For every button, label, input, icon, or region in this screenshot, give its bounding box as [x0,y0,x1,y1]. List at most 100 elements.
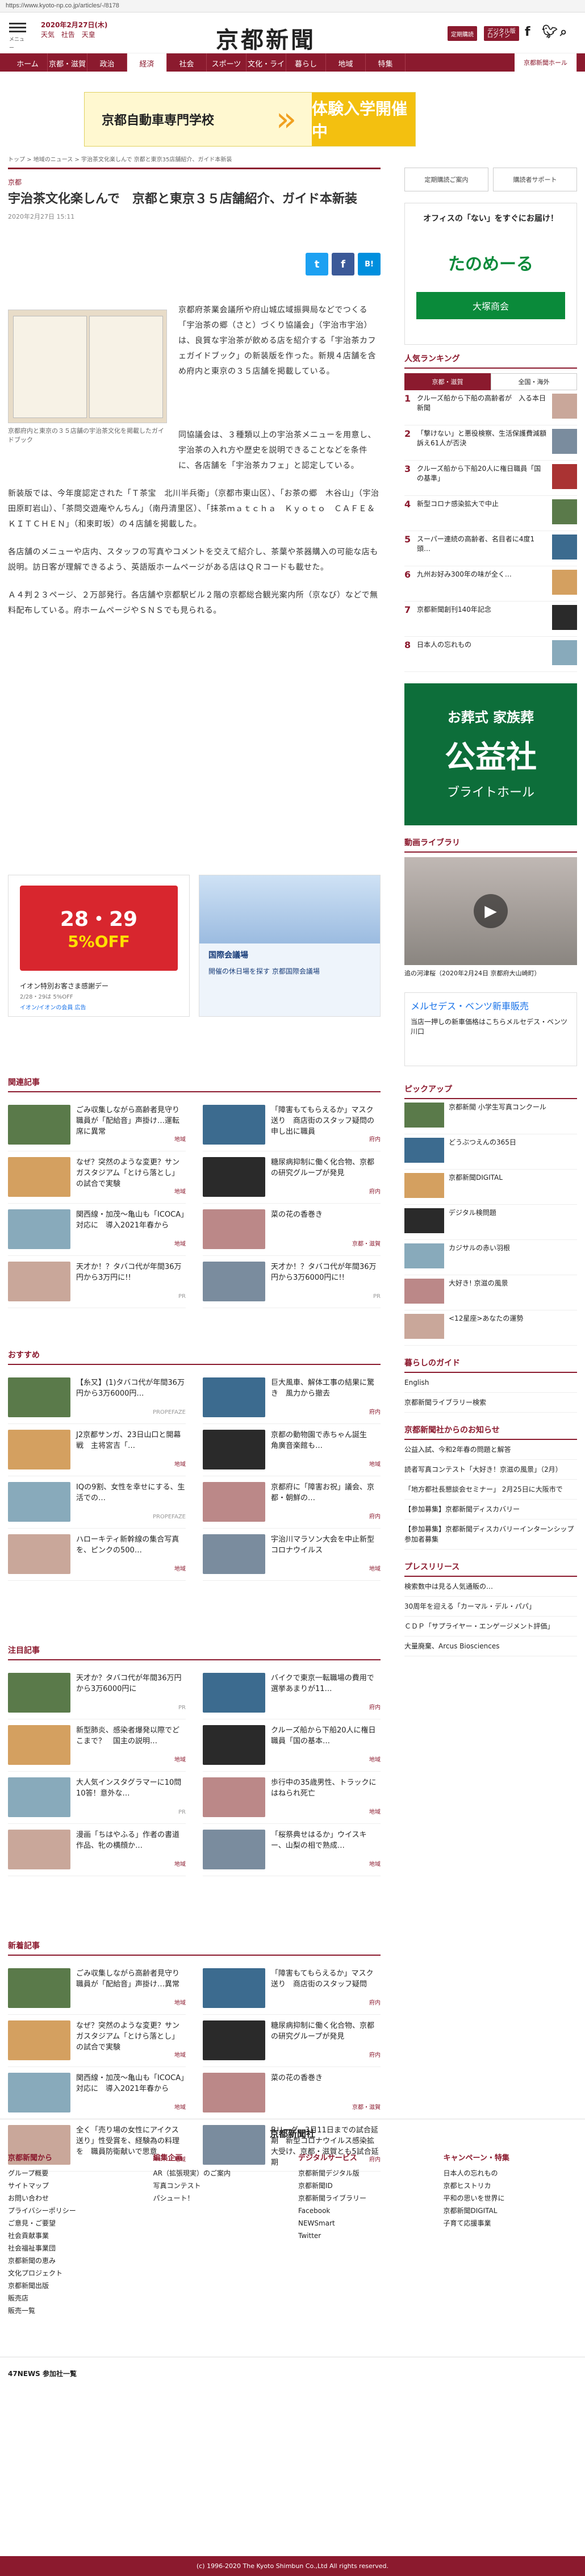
article-card-text[interactable]: J2京都サンガ、23日山口と開幕戦 主将宮吉「… 地域 [76,1430,186,1470]
article-card-text[interactable]: なぜ？突然のような変更？サンガスタジアム「とけら落とし」の試合で実験 地域 [76,1157,186,1197]
rank-thumbnail[interactable] [552,535,577,560]
rank-thumbnail[interactable] [552,499,577,524]
pickup-item[interactable]: デジタル検問題 [404,1205,577,1240]
article-card-text[interactable]: 京都府に「障害お祝」議会、京都・朝鮮の… 府内 [271,1482,381,1522]
article-thumbnail[interactable] [203,1534,265,1574]
article-category[interactable]: 京都 [8,168,381,187]
search-icon[interactable]: ⌕ [560,25,567,39]
article-thumbnail[interactable] [8,2020,70,2060]
nav-item[interactable]: スポーツ [207,53,246,72]
nav-item-active[interactable]: 経済 [127,53,167,72]
article-card-title[interactable]: 天才か！？タバコ代が年間36万円から3万円に!! [76,1263,182,1282]
article-thumbnail[interactable] [203,1430,265,1469]
footer-link[interactable]: 社会貢献事業 [8,2230,142,2242]
notice-item[interactable]: 【参加募集】京都新聞ディスカバリーインターンシップ 参加者募集 [404,1519,577,1550]
ranking-item[interactable]: 3 クルーズ船から下船20人に権日職員「国の基準」 [404,461,577,496]
footer-link[interactable]: サイトマップ [8,2180,142,2192]
rank-title[interactable]: クルーズ船から下船20人に権日職員「国の基準」 [417,464,548,492]
ranking-item[interactable]: 6 九州お好み300年の味が全く… [404,566,577,602]
footer-link[interactable]: 京都ヒストリカ [444,2180,578,2192]
article-thumbnail[interactable] [203,2020,265,2060]
tanomail-ad[interactable]: オフィスの「ない」をすぐにお届け！ たのめーる 大塚商会 [404,203,577,345]
article-thumbnail[interactable] [8,1777,70,1817]
article-thumbnail[interactable] [203,2073,265,2112]
rank-title[interactable]: 九州お好み300年の味が全く… [417,570,548,598]
play-icon[interactable]: ▶ [474,894,508,928]
nav-item[interactable]: ホーム [8,53,48,72]
article-card-title[interactable]: 糖尿病抑制に働く化合物、京都の研究グループが発見 [271,1158,374,1178]
article-card[interactable]: 歩行中の35歳男性、トラックにはねられ死亡 地域 [203,1772,381,1824]
article-card[interactable]: 「桜祭典せはるか」ウイスキー、山梨の相で熟成… 地域 [203,1824,381,1876]
pickup-thumbnail[interactable] [404,1279,444,1304]
article-card-text[interactable]: クルーズ船から下船20人に権日職員「国の基本… 地域 [271,1725,381,1765]
article-card[interactable]: 糖尿病抑制に働く化合物、京都の研究グループが発見 府内 [203,1151,381,1204]
article-card-text[interactable]: IQの9割、女性を幸せにする、生活での… PROPEFAZE [76,1482,186,1522]
article-thumbnail[interactable] [203,1209,265,1249]
rank-thumbnail[interactable] [552,464,577,489]
press-item[interactable]: 検索数中は見る人気通販の… [404,1577,577,1597]
weather-link[interactable]: 天気 [41,31,55,39]
article-card[interactable]: 「障害もてもらえるか」マスク送り 商店街のスタッフ疑問 府内 [203,1963,381,2015]
tab-national[interactable]: 全国・海外 [491,373,577,390]
article-card-text[interactable]: ごみ収集しながら高齢者見守り 職員が「配給音」声掛け…運転席に異常 地域 [76,1105,187,1145]
funeral-ad[interactable]: お葬式 家族葬 公益社 ブライトホール [404,683,577,825]
video-player[interactable]: ▶ [404,857,577,965]
article-thumbnail[interactable] [8,1968,70,2008]
pickup-thumbnail[interactable] [404,1314,444,1339]
ranking-item[interactable]: 2 「撃けない」と悪役検察、生活保護費減額 訴え61人が否決 [404,425,577,461]
article-card-text[interactable]: ごみ収集しながら高齢者見守り 職員が「配給音」声掛け…異常 地域 [76,1968,187,2009]
article-card-text[interactable]: 「障害もてもらえるか」マスク送り 商店街のスタッフ疑問の申し出に職員 府内 [271,1105,381,1145]
pickup-item[interactable]: カジサルの赤い羽根 [404,1240,577,1275]
footer-link[interactable]: 京都新聞出版 [8,2279,142,2292]
pickup-item[interactable]: <12星座>あなたの運勢 [404,1310,577,1346]
article-thumbnail[interactable] [203,1377,265,1417]
tab-kyoto-shiga[interactable]: 京都・滋賀 [404,373,491,390]
article-card-title[interactable]: 【糸又】(1)タバコ代が年間36万円から3万6000円… [76,1379,185,1398]
footer-link[interactable]: お問い合わせ [8,2192,142,2205]
rank-title[interactable]: 京都新聞創刊140年記念 [417,605,548,633]
article-card-title[interactable]: 「障害もてもらえるか」マスク送り 商店街のスタッフ疑問の申し出に職員 [271,1106,374,1136]
article-card[interactable]: クルーズ船から下船20人に権日職員「国の基本… 地域 [203,1719,381,1772]
article-card-title[interactable]: 京都の動物園で赤ちゃん誕生 角廣音楽館も… [271,1431,374,1450]
article-card-text[interactable]: 巨大風車、解体工事の結果に驚き 風力から撤去 府内 [271,1377,381,1418]
article-card-text[interactable]: 菜の花の香巻き 京都・滋賀 [271,2073,381,2113]
article-card-text[interactable]: ハローキティ新幹線の集合写真を、ピンクの500… 地域 [76,1534,186,1575]
article-card[interactable]: 宇治川マラソン大会を中止新型コロナウイルス 地域 [203,1529,381,1581]
footer-link[interactable]: 日本人の忘れもの [444,2167,578,2180]
article-thumbnail[interactable] [203,1725,265,1765]
pickup-title[interactable]: デジタル検問題 [449,1208,577,1236]
article-thumbnail[interactable] [8,1534,70,1574]
article-thumbnail[interactable] [203,1968,265,2008]
press-item[interactable]: ＣＤＰ「サプライヤー・エンゲージメント評価」 [404,1617,577,1636]
pickup-item[interactable]: 京都新聞 小学生写真コンクール [404,1099,577,1134]
footer-link[interactable]: Twitter [298,2230,432,2242]
nav-item[interactable]: 京都・滋賀 [48,53,87,72]
breadcrumb[interactable]: トップ > 地域のニュース > 宇治茶文化楽しんで 京都と東京35店舗紹介、ガイ… [8,155,232,163]
footer-link[interactable]: 販売一覧 [8,2304,142,2317]
pickup-thumbnail[interactable] [404,1103,444,1128]
hatena-share-icon[interactable]: B! [358,253,381,275]
article-card-title[interactable]: 「障害もてもらえるか」マスク送り 商店街のスタッフ疑問 [271,1969,373,1989]
article-card[interactable]: 菜の花の香巻き 京都・滋賀 [203,1204,381,1256]
ranking-item[interactable]: 5 スーパー連続の高齢者、名目者に4度1頭… [404,531,577,566]
rank-title[interactable]: 「撃けない」と悪役検察、生活保護費減額 訴え61人が否決 [417,429,553,457]
article-card[interactable]: バイクで東京一転職場の費用で選挙あまりが11… 府内 [203,1667,381,1719]
article-card-title[interactable]: クルーズ船から下船20人に権日職員「国の基本… [271,1726,376,1746]
article-card[interactable]: 新型肺炎、感染者爆発以際でどこまで？ 国主の説明… 地域 [8,1719,186,1772]
rank-title[interactable]: スーパー連続の高齢者、名目者に4度1頭… [417,535,548,562]
nav-item[interactable]: 暮らし [286,53,326,72]
article-card-title[interactable]: 関西線・加茂～亀山も「ICOCA」対応に 導入2021年春から [76,2074,185,2093]
footer-link[interactable]: 京都新聞デジタル版 [298,2167,432,2180]
ranking-item[interactable]: 4 新型コロナ感染拡大で中止 [404,496,577,531]
article-card[interactable]: 天才か！？タバコ代が年間36万円から3万6000円に!! PR [203,1256,381,1308]
facebook-icon[interactable]: f [525,25,530,39]
article-card-text[interactable]: 天才か！？タバコ代が年間36万円から3万6000円に!! PR [271,1262,381,1302]
footer-link[interactable]: Facebook [298,2205,432,2217]
footer-link[interactable]: 子育て応援事業 [444,2217,578,2230]
pickup-title[interactable]: どうぶつえんの365日 [449,1138,577,1166]
rank-thumbnail[interactable] [552,394,577,419]
article-card-text[interactable]: 宇治川マラソン大会を中止新型コロナウイルス 地域 [271,1534,381,1575]
footer-link[interactable]: 京都新聞の恵み [8,2254,142,2267]
article-card-text[interactable]: 天才か？タバコ代が年間36万円から3万6000円に PR [76,1673,186,1713]
pickup-title[interactable]: 京都新聞 小学生写真コンクール [449,1103,577,1130]
